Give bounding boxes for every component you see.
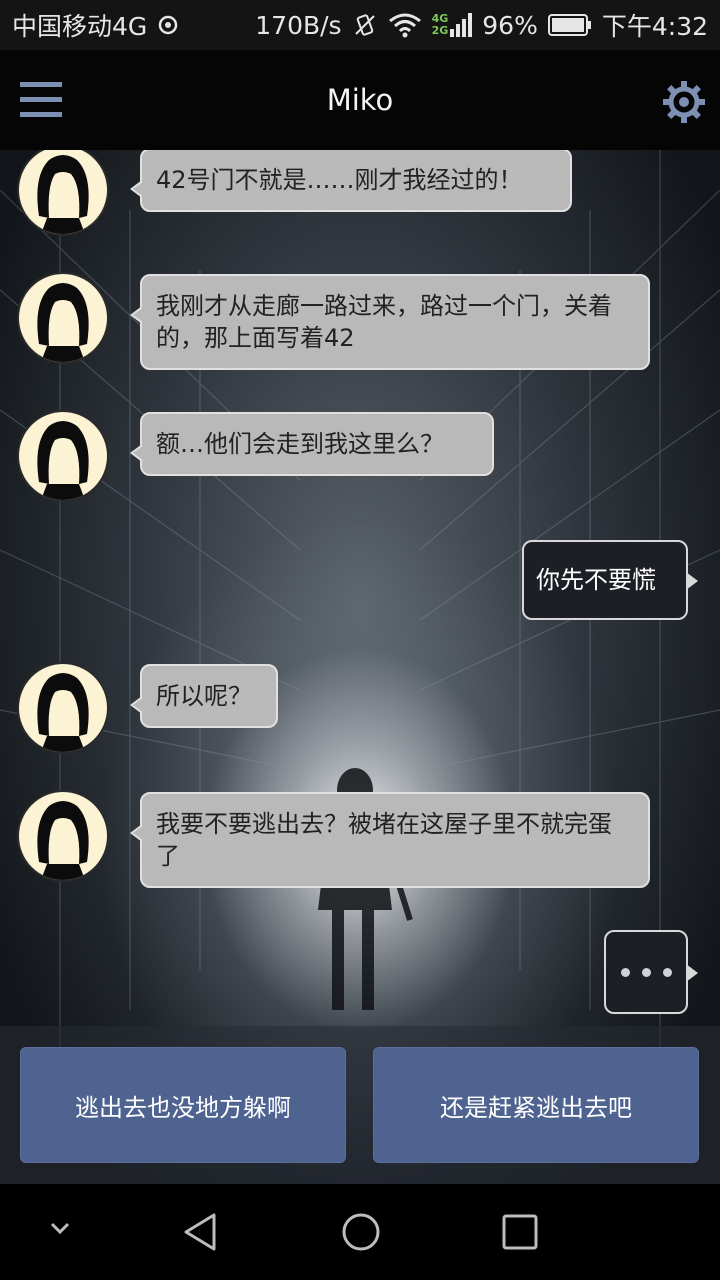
message-bubble-right: 你先不要慌 bbox=[522, 540, 698, 620]
gear-icon[interactable] bbox=[662, 80, 706, 124]
reply-choices: 逃出去也没地方躲啊 还是赶紧逃出去吧 bbox=[0, 1026, 720, 1184]
wifi-icon bbox=[388, 12, 422, 38]
battery-icon bbox=[547, 13, 592, 37]
chat-list[interactable]: 42号门不就是……刚才我经过的！ 我刚才从走廊一路过来，路过一个门，关着的，那上… bbox=[0, 150, 720, 1026]
battery-percent: 96% bbox=[482, 10, 538, 40]
recent-apps-icon[interactable] bbox=[502, 1214, 538, 1254]
back-icon[interactable] bbox=[182, 1212, 218, 1256]
home-icon[interactable] bbox=[341, 1212, 381, 1256]
message-bubble-left: 我要不要逃出去？被堵在这屋子里不就完蛋了 bbox=[130, 792, 650, 888]
message-bubble-left: 所以呢？ bbox=[130, 664, 278, 728]
typing-dot bbox=[662, 967, 672, 977]
choice-button-hide[interactable]: 逃出去也没地方躲啊 bbox=[20, 1047, 346, 1163]
cell-signal-icon: 4G 2G bbox=[432, 13, 473, 37]
choice-button-escape[interactable]: 还是赶紧逃出去吧 bbox=[373, 1047, 699, 1163]
miko-avatar[interactable] bbox=[17, 790, 109, 882]
message-bubble-left: 额…他们会走到我这里么？ bbox=[130, 412, 494, 476]
hide-keyboard-icon[interactable] bbox=[48, 1220, 72, 1240]
message-bubble-left: 我刚才从走廊一路过来，路过一个门，关着的，那上面写着42 bbox=[130, 274, 650, 370]
typing-indicator bbox=[604, 930, 698, 1014]
message-bubble-left: 42号门不就是……刚才我经过的！ bbox=[130, 150, 572, 212]
miko-avatar[interactable] bbox=[17, 410, 109, 502]
miko-avatar[interactable] bbox=[17, 272, 109, 364]
typing-dot bbox=[620, 967, 630, 977]
carrier-label: 中国移动4G bbox=[12, 12, 148, 41]
signal-tag-2g: 2G bbox=[431, 24, 449, 37]
miko-avatar[interactable] bbox=[17, 150, 109, 236]
vibrate-icon bbox=[352, 12, 378, 38]
miko-avatar[interactable] bbox=[17, 662, 109, 754]
system-nav-bar bbox=[0, 1184, 720, 1280]
sync-icon bbox=[157, 14, 179, 36]
network-speed: 170B/s bbox=[255, 10, 342, 40]
app-header: Miko bbox=[0, 50, 720, 150]
status-bar: 中国移动4G 170B/s 4G 2G 96% 下午4:32 bbox=[0, 0, 720, 50]
typing-dot bbox=[641, 967, 651, 977]
hamburger-menu-icon[interactable] bbox=[20, 80, 64, 120]
chat-title: Miko bbox=[326, 83, 394, 117]
clock: 下午4:32 bbox=[601, 12, 708, 41]
